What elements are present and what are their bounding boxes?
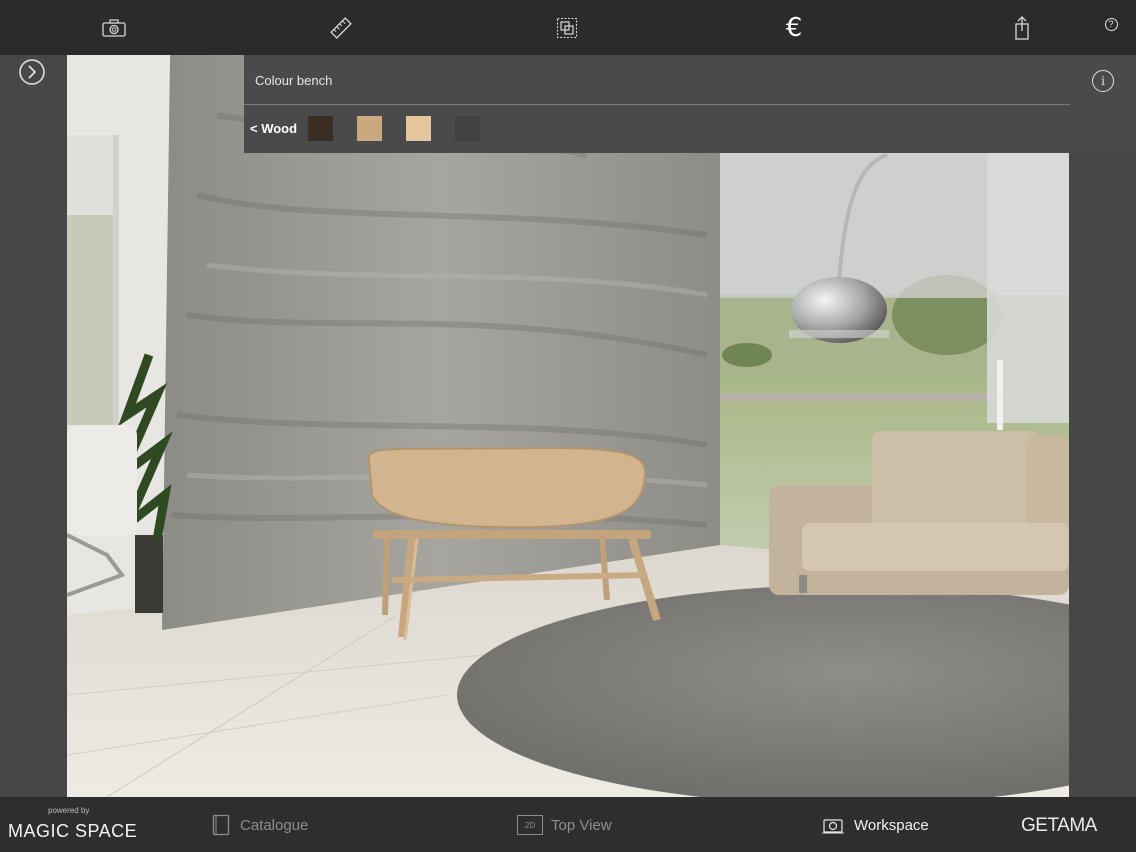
powered-by-label: powered by [48, 806, 90, 815]
ruler-icon [330, 17, 352, 39]
share-icon [1015, 16, 1029, 40]
left-gutter [0, 55, 67, 797]
panel-title: Colour bench [255, 73, 333, 88]
nav-catalogue[interactable]: Catalogue [212, 811, 308, 839]
help-button[interactable]: ? [1095, 8, 1127, 40]
workspace-camera-icon [822, 819, 844, 834]
app-root: € ? Colour bench i < Wood powered by MAG… [0, 0, 1136, 852]
nav-top-view[interactable]: 2D Top View [517, 811, 612, 839]
top-view-2d-icon: 2D [517, 815, 543, 835]
magic-space-logo: MAGIC SPACE [8, 821, 138, 841]
colour-panel: Colour bench i < Wood [244, 55, 1136, 153]
swatch-dark-wood[interactable] [308, 116, 333, 141]
getama-logo: GETAMA [1021, 815, 1097, 836]
nav-workspace-label: Workspace [854, 816, 929, 834]
price-button[interactable]: € [778, 12, 810, 44]
camera-button[interactable] [98, 12, 130, 44]
chevron-right-circle-icon [19, 59, 45, 85]
info-icon: i [1101, 74, 1105, 88]
catalogue-icon [212, 814, 230, 836]
help-icon: ? [1104, 17, 1118, 31]
right-gutter [1069, 55, 1136, 797]
swatch-charcoal[interactable] [455, 116, 480, 141]
share-button[interactable] [1006, 12, 1038, 44]
room-render [67, 55, 1069, 797]
layers-icon [556, 17, 578, 39]
nav-workspace[interactable]: Workspace [822, 811, 929, 839]
swatch-pale-beech[interactable] [406, 116, 431, 141]
workspace-canvas[interactable] [67, 55, 1069, 797]
arrange-button[interactable] [551, 12, 583, 44]
measure-button[interactable] [325, 12, 357, 44]
expand-panel-button[interactable] [18, 58, 46, 86]
nav-top-view-label: Top View [551, 816, 612, 834]
nav-catalogue-label: Catalogue [240, 816, 309, 834]
swatch-light-oak[interactable] [357, 116, 382, 141]
camera-icon [102, 19, 126, 37]
euro-icon: € [785, 13, 803, 43]
info-button[interactable]: i [1092, 70, 1114, 92]
back-to-wood-link[interactable]: < Wood [250, 121, 297, 136]
bottom-nav: powered by MAGIC SPACE Catalogue 2D Top … [0, 797, 1136, 852]
top-toolbar: € ? [0, 0, 1136, 55]
panel-divider [244, 104, 1070, 105]
